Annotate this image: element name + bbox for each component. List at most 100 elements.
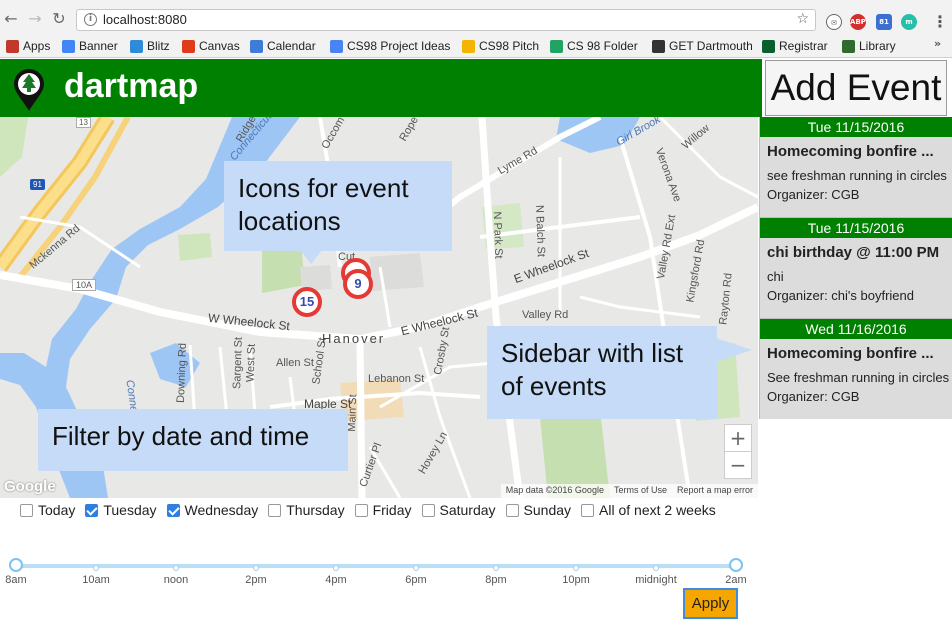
app-header: dartmap (0, 59, 762, 117)
event-marker[interactable]: 15 (292, 287, 322, 317)
event-date-header: Tue 11/15/2016 (760, 218, 952, 238)
back-arrow-icon[interactable]: ← (2, 10, 20, 28)
event-title: Homecoming bonfire ... (767, 345, 934, 362)
map-label: Sargent St (231, 336, 245, 390)
map-label: West St (244, 343, 258, 383)
adblock-icon[interactable]: ABP (850, 14, 866, 30)
bookmark-cs98-project-ideas[interactable]: CS98 Project Ideas (330, 37, 450, 55)
slider-start-handle[interactable] (9, 558, 23, 572)
url-text[interactable]: localhost:8080 (103, 12, 187, 27)
browser-menu-icon[interactable]: ⋮ (932, 12, 948, 31)
bookmark-cs98-pitch[interactable]: CS98 Pitch (462, 37, 539, 55)
bookmark-label: CS98 Project Ideas (347, 39, 451, 53)
bookmark-banner[interactable]: Banner (62, 37, 118, 55)
day-filter-saturday[interactable]: Saturday (421, 502, 496, 518)
event-date-header: Tue 11/15/2016 (760, 117, 952, 137)
day-filter-label: Tuesday (103, 502, 157, 518)
forward-arrow-icon[interactable]: → (26, 10, 44, 28)
event-sidebar[interactable]: Tue 11/15/2016 Homecoming bonfire ... see … (759, 117, 952, 419)
slider-end-handle[interactable] (729, 558, 743, 572)
checkbox[interactable] (85, 503, 99, 517)
time-label: 2pm (245, 574, 267, 586)
bookmarks-overflow-icon[interactable]: » (934, 37, 941, 50)
day-filter-label: Today (38, 502, 76, 518)
map-label: Valley Rd (522, 309, 569, 321)
map-label: N Balch St (533, 204, 547, 258)
envelope-extension-icon[interactable]: ✉ (826, 14, 842, 30)
google-logo: Google (4, 478, 56, 495)
interstate-shield-icon: 91 (30, 179, 45, 190)
terms-link[interactable]: Terms of Use (614, 485, 667, 497)
event-card[interactable]: Homecoming bonfire ... see freshman runni… (760, 137, 952, 218)
slider-tick (493, 565, 499, 571)
day-filter-thursday[interactable]: Thursday (268, 502, 345, 518)
bookmark-apps[interactable]: Apps (6, 37, 50, 55)
callout-sidebar: Sidebar with list of events (487, 326, 717, 419)
slider-tick (333, 565, 339, 571)
reload-icon[interactable]: ↻ (50, 10, 68, 28)
report-error-link[interactable]: Report a map error (677, 485, 753, 497)
checkbox[interactable] (354, 503, 368, 517)
event-marker[interactable]: 9 (343, 269, 373, 299)
map-data-text: Map data ©2016 Google (505, 485, 604, 495)
route-13-icon: 13 (76, 117, 91, 128)
bookmark-label: Library (859, 39, 896, 53)
slider-tick (173, 565, 179, 571)
map-label: Allen St (276, 357, 314, 369)
checkbox[interactable] (166, 503, 180, 517)
route-10a-icon: 10A (72, 279, 97, 291)
bookmark-canvas[interactable]: Canvas (182, 37, 240, 55)
bookmark-library[interactable]: Library (842, 37, 896, 55)
day-filter-group: Today Tuesday Wednesday Thursday Friday Satur… (20, 501, 726, 519)
checkbox[interactable] (421, 503, 435, 517)
address-bar[interactable]: i localhost:8080 ☆ (76, 9, 816, 31)
zoom-in-button[interactable]: + (724, 424, 752, 452)
day-filter-today[interactable]: Today (20, 502, 75, 518)
bookmark-get-dartmouth[interactable]: GET Dartmouth (652, 37, 753, 55)
get-icon (652, 39, 665, 53)
dartmap-logo-icon[interactable] (12, 68, 46, 112)
callout-icons-pointer (300, 250, 322, 264)
event-organizer: Organizer: CGB (767, 389, 860, 404)
time-label: 2am (725, 574, 747, 586)
event-card[interactable]: chi birthday @ 11:00 PM chi Organizer: chi… (760, 238, 952, 319)
slider-tick (413, 565, 419, 571)
event-description: see freshman running in circles (767, 168, 947, 183)
zoom-out-button[interactable]: − (724, 451, 752, 479)
registrar-icon (762, 39, 775, 53)
bookmark-blitz[interactable]: Blitz (130, 37, 170, 55)
map-label: Hanover (322, 331, 386, 346)
checkbox[interactable] (268, 503, 282, 517)
day-filter-label: Sunday (523, 502, 572, 518)
day-filter-wednesday[interactable]: Wednesday (166, 502, 258, 518)
day-filter-all-of-next-2-weeks[interactable]: All of next 2 weeks (581, 502, 716, 518)
bookmark-star-icon[interactable]: ☆ (796, 11, 809, 27)
slides-icon (462, 39, 475, 53)
time-range-slider-track[interactable] (15, 564, 737, 568)
bookmark-cs-98-folder[interactable]: CS 98 Folder (550, 37, 638, 55)
canvas-icon (182, 39, 195, 53)
apply-button[interactable]: Apply (683, 588, 738, 619)
library-icon (842, 39, 855, 53)
site-info-icon[interactable]: i (84, 13, 97, 26)
extension-m-icon[interactable]: m (901, 14, 917, 30)
checkbox[interactable] (505, 503, 519, 517)
bookmark-calendar[interactable]: Calendar (250, 37, 316, 55)
callout-filter: Filter by date and time (38, 409, 348, 471)
day-filter-friday[interactable]: Friday (354, 502, 412, 518)
time-label: 10am (82, 574, 110, 586)
event-card[interactable]: Homecoming bonfire ... See freshman runni… (760, 339, 952, 419)
event-title: Homecoming bonfire ... (767, 143, 934, 160)
brand-title[interactable]: dartmap (64, 67, 198, 106)
slider-tick (653, 565, 659, 571)
bookmark-registrar[interactable]: Registrar (762, 37, 828, 55)
calendar-extension-icon[interactable]: 81 (876, 14, 892, 30)
event-description: chi (767, 269, 784, 284)
day-filter-tuesday[interactable]: Tuesday (85, 502, 157, 518)
checkbox[interactable] (581, 503, 595, 517)
day-filter-sunday[interactable]: Sunday (505, 502, 572, 518)
bookmark-label: CS98 Pitch (479, 39, 540, 53)
checkbox[interactable] (20, 503, 33, 517)
google-icon (62, 39, 75, 53)
add-event-button[interactable]: Add Event (765, 60, 947, 116)
